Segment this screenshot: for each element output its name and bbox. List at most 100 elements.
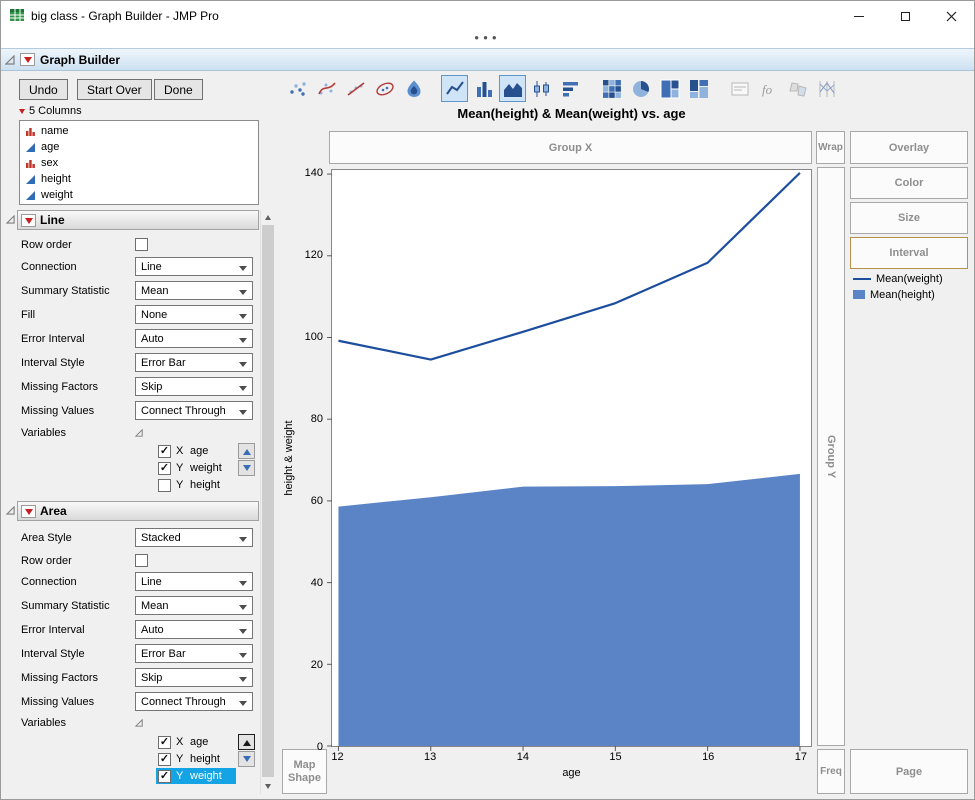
line-of-fit-icon[interactable] [342, 75, 369, 102]
close-button[interactable] [928, 1, 974, 31]
y-axis-ticks: 0 20 40 60 80 100 120 140 [297, 167, 325, 753]
scroll-thumb[interactable] [262, 225, 274, 777]
connection-select[interactable]: Line [135, 572, 253, 591]
column-item[interactable]: sex [20, 155, 258, 171]
red-triangle-icon[interactable] [19, 109, 25, 117]
variable-checkbox[interactable] [158, 752, 171, 766]
zone-page[interactable]: Page [850, 749, 968, 794]
pie-chart-icon[interactable] [627, 75, 654, 102]
zone-group-y[interactable]: Group Y [817, 167, 845, 746]
column-item[interactable]: height [20, 171, 258, 187]
missing-values-select[interactable]: Connect Through [135, 692, 253, 711]
connection-select[interactable]: Line [135, 257, 253, 276]
line-section-header[interactable]: Line [17, 210, 259, 230]
nominal-column-icon [26, 159, 35, 168]
error-interval-select[interactable]: Auto [135, 329, 253, 348]
area-variable-y-weight-selected[interactable]: Yweight [156, 768, 236, 784]
move-down-button[interactable] [238, 460, 255, 476]
panel-scrollbar[interactable] [260, 210, 275, 794]
area-variable-x-age[interactable]: Xage [156, 734, 236, 750]
column-item[interactable]: age [20, 139, 258, 155]
area-style-select[interactable]: Stacked [135, 528, 253, 547]
line-variable-y-height[interactable]: Yheight [156, 477, 236, 493]
done-button[interactable]: Done [154, 79, 203, 100]
y-tick-label: 80 [310, 413, 323, 426]
zone-interval[interactable]: Interval [850, 237, 968, 269]
points-icon[interactable] [284, 75, 311, 102]
variable-checkbox[interactable] [158, 735, 171, 749]
formula-icon[interactable]: fo [755, 75, 782, 102]
caption-box-icon[interactable] [726, 75, 753, 102]
histogram-icon[interactable] [557, 75, 584, 102]
contour-icon[interactable] [400, 75, 427, 102]
treemap-icon[interactable] [656, 75, 683, 102]
zone-size[interactable]: Size [850, 202, 968, 234]
plot-area[interactable] [327, 169, 812, 751]
summary-statistic-select[interactable]: Mean [135, 281, 253, 300]
missing-factors-select[interactable]: Skip [135, 377, 253, 396]
error-interval-select[interactable]: Auto [135, 620, 253, 639]
splitter-dots-handle[interactable]: ●●● [1, 31, 974, 48]
area-variable-y-height[interactable]: Yheight [156, 751, 236, 767]
disclosure-triangle-icon[interactable] [135, 718, 143, 727]
mosaic-icon[interactable] [685, 75, 712, 102]
maximize-button[interactable] [882, 1, 928, 31]
disclosure-triangle-icon[interactable] [135, 428, 143, 437]
move-up-button[interactable] [238, 443, 255, 459]
start-over-button[interactable]: Start Over [77, 79, 152, 100]
row-order-checkbox[interactable] [135, 554, 148, 567]
disclosure-triangle-icon[interactable] [5, 505, 15, 518]
zone-color[interactable]: Color [850, 167, 968, 199]
undo-button[interactable]: Undo [19, 79, 68, 100]
bar-chart-icon[interactable] [470, 75, 497, 102]
zone-group-x[interactable]: Group X [329, 131, 812, 164]
line-variable-y-weight[interactable]: Yweight [156, 460, 236, 476]
jmp-window: big class - Graph Builder - JMP Pro ●●● … [0, 0, 975, 800]
variable-checkbox[interactable] [158, 478, 171, 492]
legend-item-mean-height[interactable]: Mean(height) [853, 288, 943, 301]
red-triangle-menu-button[interactable] [20, 53, 35, 66]
zone-overlay[interactable]: Overlay [850, 131, 968, 164]
red-triangle-menu-button[interactable] [21, 213, 36, 227]
ellipse-icon[interactable] [371, 75, 398, 102]
y-tick-label: 0 [316, 741, 323, 753]
zone-freq[interactable]: Freq [817, 749, 845, 794]
columns-list: name age sex height weight [19, 120, 259, 205]
parallel-plot-icon[interactable] [813, 75, 840, 102]
scroll-up-button[interactable] [261, 210, 275, 224]
column-item[interactable]: name [20, 123, 258, 139]
maximize-icon [900, 11, 910, 21]
heatmap-icon[interactable] [598, 75, 625, 102]
area-section-header[interactable]: Area [17, 501, 259, 521]
missing-values-select[interactable]: Connect Through [135, 401, 253, 420]
map-shapes-icon[interactable] [784, 75, 811, 102]
line-variable-x-age[interactable]: Xage [156, 443, 236, 459]
row-order-checkbox[interactable] [135, 238, 148, 251]
connection-label: Connection [21, 260, 77, 273]
area-chart-icon[interactable] [499, 75, 526, 102]
disclosure-triangle-icon[interactable] [5, 54, 15, 65]
summary-statistic-label: Summary Statistic [21, 284, 110, 297]
legend-item-mean-weight[interactable]: Mean(weight) [853, 272, 943, 285]
red-triangle-menu-button[interactable] [21, 504, 36, 518]
zone-map-shape[interactable]: Map Shape [282, 749, 327, 794]
column-item[interactable]: weight [20, 187, 258, 203]
minimize-button[interactable] [836, 1, 882, 31]
box-plot-icon[interactable] [528, 75, 555, 102]
missing-factors-select[interactable]: Skip [135, 668, 253, 687]
zone-wrap[interactable]: Wrap [816, 131, 845, 164]
fill-select[interactable]: None [135, 305, 253, 324]
summary-statistic-select[interactable]: Mean [135, 596, 253, 615]
variable-checkbox[interactable] [158, 461, 171, 475]
disclosure-triangle-icon[interactable] [5, 214, 15, 227]
variable-checkbox[interactable] [158, 444, 171, 458]
move-up-button[interactable] [238, 734, 255, 750]
move-down-button[interactable] [238, 751, 255, 767]
interval-style-select[interactable]: Error Bar [135, 644, 253, 663]
interval-style-select[interactable]: Error Bar [135, 353, 253, 372]
line-chart-icon[interactable] [441, 75, 468, 102]
scroll-down-button[interactable] [261, 780, 275, 794]
window-title: big class - Graph Builder - JMP Pro [31, 9, 219, 23]
variable-checkbox[interactable] [158, 769, 171, 783]
smoother-icon[interactable] [313, 75, 340, 102]
